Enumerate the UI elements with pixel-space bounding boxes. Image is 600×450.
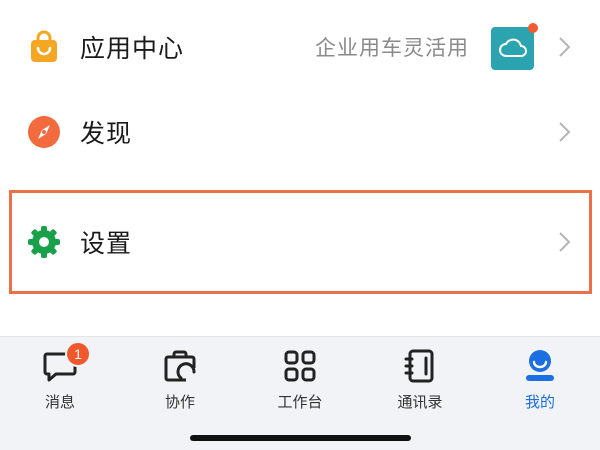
menu-item-discover[interactable]: 发现 bbox=[0, 89, 600, 175]
tab-label: 通讯录 bbox=[397, 393, 443, 411]
profile-icon bbox=[521, 347, 559, 385]
tab-label: 我的 bbox=[524, 393, 555, 411]
home-indicator[interactable] bbox=[190, 435, 411, 441]
tab-contacts[interactable]: 通讯录 bbox=[380, 347, 460, 427]
tab-workbench[interactable]: 工作台 bbox=[260, 347, 340, 427]
tab-label: 消息 bbox=[44, 393, 75, 411]
app-center-featured-app: 企业用车灵活用 bbox=[315, 36, 469, 60]
unread-badge: 1 bbox=[65, 341, 91, 367]
chevron-right-icon bbox=[559, 122, 571, 142]
tab-collaboration[interactable]: 协作 bbox=[140, 347, 220, 427]
tab-label: 协作 bbox=[164, 393, 195, 411]
shopping-bag-icon bbox=[26, 29, 62, 65]
profile-screen: 应用中心 企业用车灵活用 发现 设置 1 消息 协作 工作台 通讯录 我的 bbox=[0, 0, 600, 450]
app-thumbnail-icon bbox=[491, 27, 534, 70]
menu-item-app-center[interactable]: 应用中心 企业用车灵活用 bbox=[0, 4, 600, 90]
tab-label: 工作台 bbox=[277, 393, 323, 411]
message-icon: 1 bbox=[41, 341, 91, 385]
collaboration-icon bbox=[161, 347, 199, 385]
chevron-right-icon bbox=[559, 37, 571, 57]
menu-item-label: 应用中心 bbox=[80, 34, 185, 63]
tab-me[interactable]: 我的 bbox=[500, 347, 580, 427]
menu-item-label: 发现 bbox=[80, 119, 133, 148]
notification-dot bbox=[528, 23, 538, 33]
tab-messages[interactable]: 1 消息 bbox=[20, 341, 100, 427]
workbench-grid-icon bbox=[281, 347, 319, 385]
section-spacer bbox=[0, 296, 600, 336]
bottom-tab-bar: 1 消息 协作 工作台 通讯录 我的 bbox=[0, 336, 600, 450]
compass-icon bbox=[26, 114, 62, 150]
contacts-book-icon bbox=[401, 347, 439, 385]
highlight-box bbox=[9, 190, 592, 294]
